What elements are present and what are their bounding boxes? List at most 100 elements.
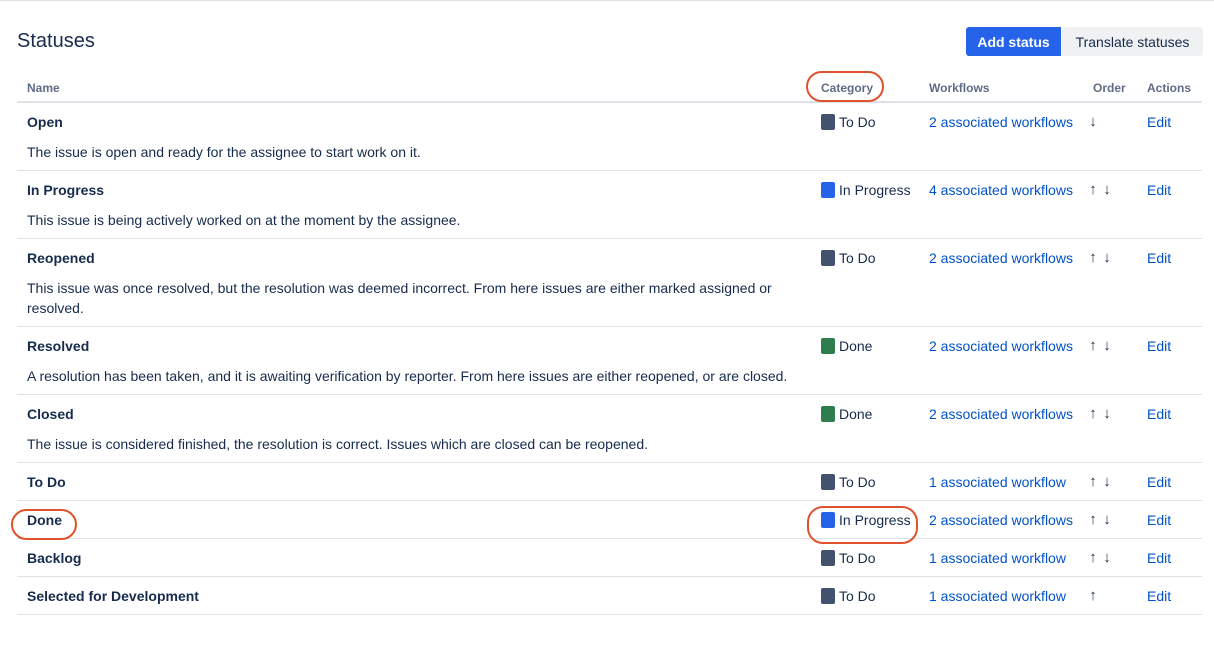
status-order-cell: ↑ ↓ xyxy=(1083,170,1137,239)
status-name-cell: Closed The issue is considered finished,… xyxy=(17,394,809,463)
column-header-workflows: Workflows xyxy=(919,75,1083,103)
column-header-category: Category xyxy=(809,75,919,103)
category-color-swatch xyxy=(821,588,835,604)
category-lozenge: To Do xyxy=(819,548,919,568)
edit-status-link[interactable]: Edit xyxy=(1147,250,1171,266)
translate-statuses-button[interactable]: Translate statuses xyxy=(1062,27,1203,56)
status-name: In Progress xyxy=(27,182,105,198)
move-up-arrow-icon[interactable]: ↑ xyxy=(1087,336,1101,356)
category-label: Done xyxy=(839,406,873,422)
category-label: In Progress xyxy=(839,182,911,198)
edit-status-link[interactable]: Edit xyxy=(1147,338,1171,354)
move-down-arrow-icon[interactable]: ↓ xyxy=(1101,180,1115,200)
top-divider xyxy=(0,0,1214,1)
table-row: To Do To Do 1 associated workflow ↑ ↓ Edi… xyxy=(17,462,1202,501)
statuses-table: Name Category Workflows Order Actions Op… xyxy=(17,75,1202,615)
edit-status-link[interactable]: Edit xyxy=(1147,182,1171,198)
status-name-cell: Done xyxy=(17,500,809,539)
edit-status-link[interactable]: Edit xyxy=(1147,588,1171,604)
status-name-cell: In Progress This issue is being actively… xyxy=(17,170,809,239)
associated-workflows-link[interactable]: 1 associated workflow xyxy=(929,588,1066,604)
status-actions-cell: Edit xyxy=(1137,326,1202,395)
status-name-cell: Resolved A resolution has been taken, an… xyxy=(17,326,809,395)
status-name: Backlog xyxy=(27,550,82,566)
associated-workflows-link[interactable]: 1 associated workflow xyxy=(929,474,1066,490)
category-color-swatch xyxy=(821,550,835,566)
status-description: This issue is being actively worked on a… xyxy=(27,212,461,228)
status-order-cell: ↓ xyxy=(1083,102,1137,171)
move-down-arrow-icon[interactable]: ↓ xyxy=(1087,112,1101,132)
associated-workflows-link[interactable]: 2 associated workflows xyxy=(929,338,1073,354)
move-down-arrow-icon[interactable]: ↓ xyxy=(1101,472,1115,492)
column-header-order: Order xyxy=(1083,75,1137,103)
edit-status-link[interactable]: Edit xyxy=(1147,550,1171,566)
column-header-name: Name xyxy=(17,75,809,103)
move-up-arrow-icon[interactable]: ↑ xyxy=(1087,180,1101,200)
status-name: Closed xyxy=(27,406,74,422)
associated-workflows-link[interactable]: 2 associated workflows xyxy=(929,114,1073,130)
category-lozenge: To Do xyxy=(819,112,919,132)
status-workflows-cell: 2 associated workflows xyxy=(919,326,1083,395)
status-description: The issue is open and ready for the assi… xyxy=(27,144,421,160)
status-actions-cell: Edit xyxy=(1137,500,1202,539)
associated-workflows-link[interactable]: 2 associated workflows xyxy=(929,250,1073,266)
move-up-arrow-icon[interactable]: ↑ xyxy=(1087,248,1101,268)
header-actions: Add status Translate statuses xyxy=(966,27,1203,56)
category-label: To Do xyxy=(839,474,876,490)
associated-workflows-link[interactable]: 2 associated workflows xyxy=(929,406,1073,422)
move-up-arrow-icon[interactable]: ↑ xyxy=(1087,472,1101,492)
category-label: To Do xyxy=(839,250,876,266)
table-row: Done In Progress 2 associated workflows … xyxy=(17,500,1202,539)
category-color-swatch xyxy=(821,474,835,490)
category-color-swatch xyxy=(821,182,835,198)
category-label: In Progress xyxy=(839,512,911,528)
category-lozenge: To Do xyxy=(819,472,919,492)
status-name-cell: Reopened This issue was once resolved, b… xyxy=(17,238,809,327)
status-name-cell: Selected for Development xyxy=(17,576,809,615)
edit-status-link[interactable]: Edit xyxy=(1147,474,1171,490)
edit-status-link[interactable]: Edit xyxy=(1147,406,1171,422)
status-actions-cell: Edit xyxy=(1137,238,1202,327)
status-actions-cell: Edit xyxy=(1137,538,1202,577)
category-lozenge: Done xyxy=(819,336,919,356)
category-color-swatch xyxy=(821,512,835,528)
category-lozenge: Done xyxy=(819,404,919,424)
status-actions-cell: Edit xyxy=(1137,102,1202,171)
add-status-button[interactable]: Add status xyxy=(966,27,1061,56)
category-lozenge: In Progress xyxy=(819,180,919,200)
status-workflows-cell: 2 associated workflows xyxy=(919,500,1083,539)
column-header-actions: Actions xyxy=(1137,75,1202,103)
status-workflows-cell: 1 associated workflow xyxy=(919,538,1083,577)
status-name: Reopened xyxy=(27,250,95,266)
associated-workflows-link[interactable]: 4 associated workflows xyxy=(929,182,1073,198)
move-up-arrow-icon[interactable]: ↑ xyxy=(1087,404,1101,424)
associated-workflows-link[interactable]: 1 associated workflow xyxy=(929,550,1066,566)
status-description: The issue is considered finished, the re… xyxy=(27,436,649,452)
move-down-arrow-icon[interactable]: ↓ xyxy=(1101,404,1115,424)
move-up-arrow-icon[interactable]: ↑ xyxy=(1087,586,1101,606)
status-workflows-cell: 2 associated workflows xyxy=(919,102,1083,171)
status-workflows-cell: 2 associated workflows xyxy=(919,394,1083,463)
table-row: Closed The issue is considered finished,… xyxy=(17,394,1202,463)
move-down-arrow-icon[interactable]: ↓ xyxy=(1101,248,1115,268)
status-category-cell: In Progress xyxy=(809,170,919,239)
move-down-arrow-icon[interactable]: ↓ xyxy=(1101,548,1115,568)
edit-status-link[interactable]: Edit xyxy=(1147,114,1171,130)
status-category-cell: To Do xyxy=(809,462,919,501)
status-order-cell: ↑ ↓ xyxy=(1083,538,1137,577)
edit-status-link[interactable]: Edit xyxy=(1147,512,1171,528)
status-order-cell: ↑ ↓ xyxy=(1083,326,1137,395)
associated-workflows-link[interactable]: 2 associated workflows xyxy=(929,512,1073,528)
move-up-arrow-icon[interactable]: ↑ xyxy=(1087,548,1101,568)
move-down-arrow-icon[interactable]: ↓ xyxy=(1101,510,1115,530)
status-category-cell: To Do xyxy=(809,102,919,171)
move-up-arrow-icon[interactable]: ↑ xyxy=(1087,510,1101,530)
status-category-cell: To Do xyxy=(809,538,919,577)
table-row: Selected for Development To Do 1 associa… xyxy=(17,576,1202,615)
status-order-cell: ↑ ↓ xyxy=(1083,238,1137,327)
category-label: To Do xyxy=(839,588,876,604)
status-name-cell: Open The issue is open and ready for the… xyxy=(17,102,809,171)
table-header-row: Name Category Workflows Order Actions xyxy=(17,75,1202,103)
move-down-arrow-icon[interactable]: ↓ xyxy=(1101,336,1115,356)
status-actions-cell: Edit xyxy=(1137,170,1202,239)
